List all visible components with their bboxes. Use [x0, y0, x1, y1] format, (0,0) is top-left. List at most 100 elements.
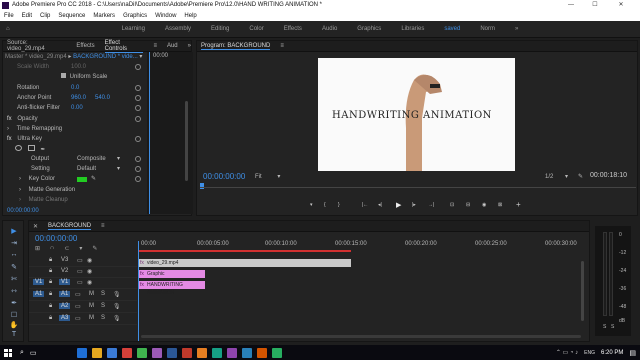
program-timecode[interactable]: 00:00:00:00: [203, 172, 245, 181]
menu-edit[interactable]: Edit: [22, 11, 32, 21]
lock-icon[interactable]: 🔒︎: [49, 279, 52, 286]
time-ruler[interactable]: 00:00 00:00:05:00 00:00:10:00 00:00:15:0…: [139, 233, 589, 253]
uniform-scale-checkbox[interactable]: [61, 73, 66, 78]
output-dropdown[interactable]: Composite: [77, 155, 106, 164]
param-matte-generation[interactable]: › Matte Generation: [7, 186, 75, 195]
sync-lock-icon[interactable]: ▭: [75, 315, 81, 322]
panel-more-icon[interactable]: »: [188, 43, 191, 49]
mute-button[interactable]: M: [89, 303, 94, 309]
microphone-icon[interactable]: 🎙︎: [113, 291, 121, 298]
effect-opacity[interactable]: fx Opacity: [7, 115, 38, 124]
settings-wrench-icon[interactable]: ✎: [92, 245, 97, 253]
menu-graphics[interactable]: Graphics: [123, 11, 147, 21]
track-select-tool-icon[interactable]: ⇥: [9, 239, 19, 247]
lift-button[interactable]: ⊡: [450, 202, 454, 208]
taskbar-app-icon[interactable]: [91, 347, 102, 358]
maximize-button[interactable]: ☐: [584, 0, 606, 11]
notification-icon[interactable]: ▤: [629, 349, 636, 357]
reset-icon[interactable]: [135, 95, 141, 101]
tray-icons[interactable]: ⌃ ▭ ◔ ♪: [556, 349, 578, 356]
clip-video[interactable]: fx video_29.mp4: [139, 259, 351, 267]
pen-mask-icon[interactable]: ✒: [40, 147, 45, 153]
lock-icon[interactable]: 🔒︎: [49, 257, 52, 264]
reset-icon[interactable]: [135, 64, 141, 70]
tab-source[interactable]: Source: video_29.mp4: [7, 40, 66, 52]
source-patch-v1[interactable]: V1: [33, 279, 45, 285]
tab-effect-controls[interactable]: Effect Controls: [104, 40, 144, 53]
close-button[interactable]: ✕: [610, 0, 632, 11]
close-icon[interactable]: ✕: [33, 223, 38, 230]
taskbar-app-icon[interactable]: [256, 347, 267, 358]
effect-ultra-key[interactable]: fx Ultra Key: [7, 135, 42, 144]
rate-stretch-tool-icon[interactable]: ✎: [9, 263, 19, 271]
timeline-zoom-scrollbar[interactable]: [141, 335, 581, 338]
timeline-timecode[interactable]: 00:00:00:00: [35, 234, 77, 243]
panel-menu-icon[interactable]: ≡: [101, 223, 105, 229]
solo-button[interactable]: S: [101, 291, 105, 297]
tab-sequence-background[interactable]: BACKGROUND: [48, 223, 92, 230]
program-video-frame[interactable]: HANDWRITING ANIMATION: [318, 58, 515, 171]
scrub-playhead[interactable]: [200, 183, 204, 189]
selection-tool-icon[interactable]: ▶: [9, 227, 19, 235]
param-value[interactable]: 0.00: [71, 104, 83, 113]
taskbar-app-icon[interactable]: [241, 347, 252, 358]
lock-icon[interactable]: 🔒︎: [49, 268, 52, 275]
reset-icon[interactable]: [135, 176, 141, 182]
mute-button[interactable]: M: [89, 315, 94, 321]
type-tool-icon[interactable]: T: [9, 331, 19, 339]
ellipse-mask-icon[interactable]: [15, 145, 22, 151]
param-value[interactable]: 0.0: [71, 84, 79, 93]
menu-clip[interactable]: Clip: [40, 11, 50, 21]
hand-tool-icon[interactable]: ✋: [9, 321, 19, 329]
lock-icon[interactable]: 🔒︎: [49, 315, 52, 322]
add-marker-icon[interactable]: ▾: [79, 245, 82, 253]
pen-tool-icon[interactable]: ✒: [9, 299, 19, 307]
nest-icon[interactable]: ⊞: [35, 245, 40, 253]
minimize-button[interactable]: —: [560, 0, 582, 11]
program-scrub-bar[interactable]: [200, 183, 636, 189]
reset-icon[interactable]: [135, 105, 141, 111]
workspace-norm[interactable]: Norm: [480, 26, 495, 32]
eyedropper-icon[interactable]: ✎: [91, 175, 96, 184]
taskbar-app-icon[interactable]: [211, 347, 222, 358]
rectangle-mask-icon[interactable]: [27, 145, 35, 151]
workspace-audio[interactable]: Audio: [322, 26, 337, 32]
param-matte-cleanup[interactable]: › Matte Cleanup: [7, 196, 68, 205]
reset-icon[interactable]: [135, 166, 141, 172]
tab-audio[interactable]: Aud: [167, 43, 178, 49]
sync-lock-icon[interactable]: ▭: [75, 303, 81, 310]
fit-dropdown[interactable]: Fit ▾: [255, 173, 280, 180]
taskbar-app-icon[interactable]: [196, 347, 207, 358]
key-color-swatch[interactable]: [77, 177, 87, 182]
microphone-icon[interactable]: 🎙︎: [113, 315, 121, 322]
razor-tool-icon[interactable]: ✄: [9, 275, 19, 283]
eye-icon[interactable]: ◉: [87, 257, 92, 264]
taskbar-app-icon[interactable]: [76, 347, 87, 358]
mute-button[interactable]: M: [89, 291, 94, 297]
source-patch-a1[interactable]: A1: [33, 291, 45, 297]
export-frame-icon[interactable]: ◉: [482, 202, 486, 208]
home-icon[interactable]: ⌂: [6, 26, 10, 32]
snap-icon[interactable]: ∩: [50, 245, 54, 253]
menu-markers[interactable]: Markers: [93, 11, 115, 21]
work-area-bar[interactable]: [139, 250, 351, 252]
clip-graphic[interactable]: fx Graphic: [139, 270, 205, 278]
workspace-color[interactable]: Color: [249, 26, 263, 32]
linked-selection-icon[interactable]: ⊂: [64, 245, 69, 253]
step-back-button[interactable]: ◂|: [378, 202, 382, 208]
sync-lock-icon[interactable]: ▭: [77, 268, 83, 275]
setting-dropdown[interactable]: Default: [77, 165, 96, 174]
task-view-icon[interactable]: ▭: [30, 349, 37, 357]
play-button[interactable]: ▶: [396, 201, 401, 209]
clock[interactable]: 6:20 PM: [601, 350, 623, 356]
search-icon[interactable]: ⌕: [20, 349, 24, 357]
menu-window[interactable]: Window: [155, 11, 176, 21]
taskbar-app-icon[interactable]: [151, 347, 162, 358]
sequence-clip-selector[interactable]: BACKGROUND * vide...: [73, 54, 138, 60]
reset-icon[interactable]: [135, 156, 141, 162]
chevron-down-icon[interactable]: ▾: [117, 155, 120, 164]
lock-icon[interactable]: 🔒︎: [49, 303, 52, 310]
workspace-graphics[interactable]: Graphics: [357, 26, 381, 32]
taskbar-app-icon[interactable]: [121, 347, 132, 358]
add-marker-button[interactable]: ▾: [310, 202, 313, 208]
